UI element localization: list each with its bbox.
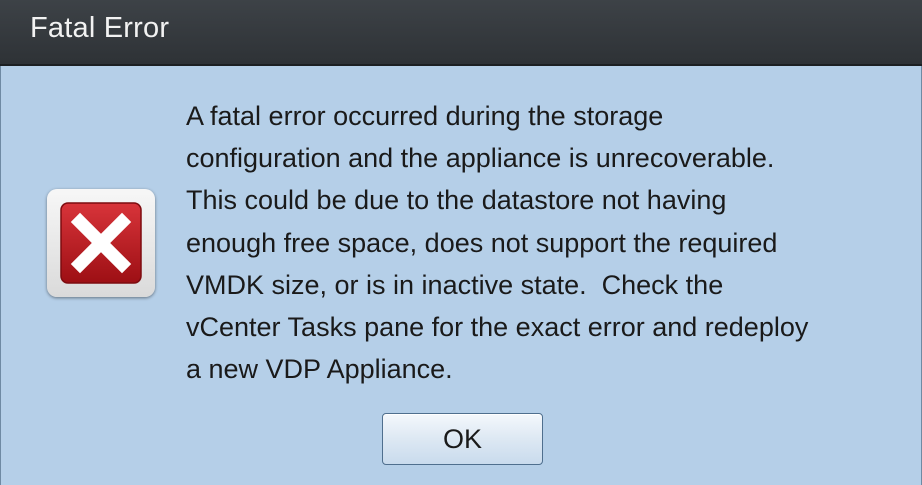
- message-line: a new VDP Appliance.: [186, 354, 453, 385]
- message-line: configuration and the appliance is unrec…: [186, 143, 775, 174]
- dialog-title: Fatal Error: [30, 12, 170, 44]
- message-line: A fatal error occurred during the storag…: [186, 101, 664, 131]
- message-line: vCenter Tasks pane for the exact error a…: [186, 312, 809, 343]
- message-line: VMDK size, or is in inactive state. Chec…: [186, 269, 724, 300]
- fatal-error-dialog: Fatal Error A fatal error occurred durin…: [0, 0, 922, 485]
- message-line: enough free space, does not support the …: [186, 227, 778, 258]
- ok-button[interactable]: OK: [382, 413, 543, 465]
- error-message: A fatal error occurred during the storag…: [186, 95, 906, 390]
- message-line: This could be due to the datastore not h…: [186, 185, 727, 216]
- error-x-icon: [47, 189, 155, 297]
- dialog-titlebar[interactable]: Fatal Error: [0, 0, 922, 66]
